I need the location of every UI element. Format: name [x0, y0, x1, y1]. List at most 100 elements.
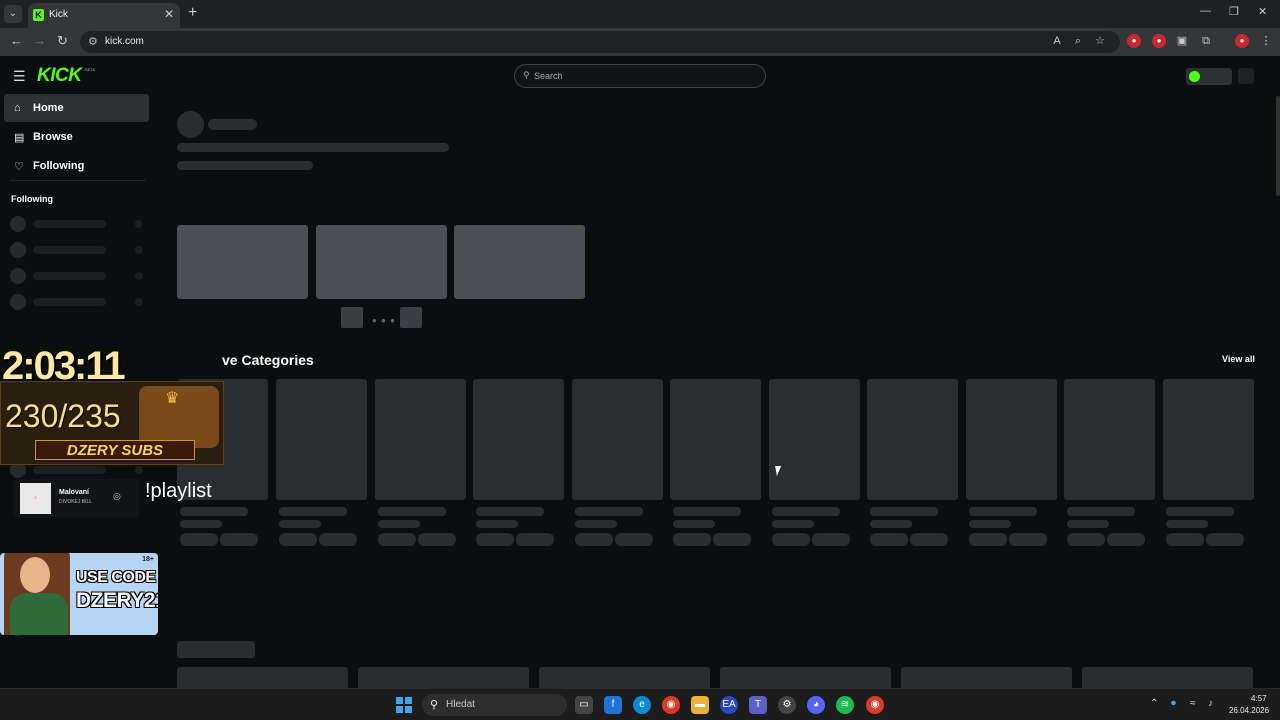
- extension-red-icon[interactable]: ●: [1127, 34, 1141, 48]
- browser-menu-icon[interactable]: ⋮: [1259, 34, 1273, 48]
- steam-icon[interactable]: ⚙: [778, 696, 796, 714]
- clock-date[interactable]: 26.04.2026: [1229, 706, 1269, 715]
- translate-icon[interactable]: A: [1050, 34, 1064, 48]
- zoom-icon[interactable]: ⌕: [1071, 34, 1085, 48]
- browser-tab-kick[interactable]: K Kick ✕: [28, 3, 180, 28]
- sub-goal-label: DZERY SUBS: [35, 440, 195, 460]
- category-tag-skeleton: [378, 533, 416, 546]
- site-info-icon[interactable]: ⚙: [88, 35, 98, 48]
- category-tag-skeleton: [418, 533, 456, 546]
- spotify-icon[interactable]: ≋: [836, 696, 854, 714]
- clock-time[interactable]: 4:57: [1251, 694, 1267, 703]
- category-viewers-skeleton: [180, 520, 222, 528]
- category-name-skeleton: [969, 507, 1037, 516]
- stream-card-skeleton[interactable]: [1082, 667, 1253, 688]
- tab-close-icon[interactable]: ✕: [164, 7, 174, 21]
- category-tag-skeleton: [1107, 533, 1145, 546]
- ea-app-icon[interactable]: EA: [720, 696, 738, 714]
- stream-card-skeleton[interactable]: [720, 667, 891, 688]
- category-card[interactable]: [769, 379, 860, 500]
- category-card[interactable]: [1064, 379, 1155, 500]
- profile-avatar-icon[interactable]: ●: [1235, 34, 1249, 48]
- carousel-prev-button[interactable]: [341, 307, 363, 328]
- address-bar[interactable]: ⚙ kick.com: [80, 31, 1120, 53]
- song-artist: DIVOKEJ BILL: [59, 499, 93, 505]
- toggle-knob: [1189, 71, 1200, 82]
- chrome-active-icon[interactable]: ◉: [866, 696, 884, 714]
- extension-badge-icon[interactable]: ●: [1152, 34, 1166, 48]
- category-card[interactable]: [473, 379, 564, 500]
- sidebar-item-label: Home: [33, 102, 64, 114]
- extensions-puzzle-icon[interactable]: ⧉: [1199, 34, 1213, 48]
- category-tag-skeleton: [1009, 533, 1047, 546]
- category-card[interactable]: [670, 379, 761, 500]
- category-card[interactable]: [572, 379, 663, 500]
- promo-code-banner: USE CODE DZERY21 18+: [0, 553, 158, 635]
- file-explorer-icon[interactable]: ▬: [691, 696, 709, 714]
- view-all-link[interactable]: View all: [1222, 354, 1255, 364]
- category-card[interactable]: [966, 379, 1057, 500]
- reload-icon[interactable]: ↻: [57, 33, 68, 49]
- category-viewers-skeleton: [279, 520, 321, 528]
- user-avatar[interactable]: [1238, 68, 1254, 84]
- category-card[interactable]: [375, 379, 466, 500]
- close-window-button[interactable]: ✕: [1258, 5, 1267, 18]
- sidebar-item-label: Browse: [33, 131, 73, 143]
- sidebar-item-browse[interactable]: ▤ Browse: [4, 123, 149, 151]
- restore-button[interactable]: ❐: [1229, 5, 1239, 18]
- category-name-skeleton: [1067, 507, 1135, 516]
- tab-search-menu-button[interactable]: ⌄: [4, 5, 22, 23]
- stream-card-skeleton[interactable]: [177, 667, 348, 688]
- minimize-button[interactable]: —: [1200, 5, 1211, 17]
- category-tag-skeleton: [910, 533, 948, 546]
- theme-toggle[interactable]: [1186, 68, 1232, 85]
- microphone-icon[interactable]: ⏺: [1171, 698, 1176, 709]
- carousel-card[interactable]: [316, 225, 447, 299]
- promo-line-1: USE CODE: [76, 569, 156, 586]
- volume-icon[interactable]: ♪: [1208, 698, 1213, 709]
- new-tab-button[interactable]: +: [188, 4, 197, 22]
- windows-start-icon[interactable]: [396, 697, 412, 713]
- back-icon[interactable]: ←: [10, 33, 23, 48]
- category-tag-skeleton: [969, 533, 1007, 546]
- carousel-card[interactable]: [177, 225, 308, 299]
- tray-overflow-icon[interactable]: ⌃: [1150, 698, 1158, 709]
- promo-line-2: DZERY21: [76, 589, 158, 612]
- extension-gray-icon[interactable]: ▣: [1175, 34, 1189, 48]
- stream-card-skeleton[interactable]: [901, 667, 1072, 688]
- category-card[interactable]: [276, 379, 367, 500]
- category-card[interactable]: [867, 379, 958, 500]
- stream-card-skeleton[interactable]: [358, 667, 529, 688]
- category-card[interactable]: [1163, 379, 1254, 500]
- category-name-skeleton: [1166, 507, 1234, 516]
- chrome-icon[interactable]: ◉: [662, 696, 680, 714]
- bookmark-star-icon[interactable]: ☆: [1093, 34, 1107, 48]
- file-app-icon[interactable]: f: [604, 696, 622, 714]
- carousel-next-button[interactable]: [400, 307, 422, 328]
- kick-logo[interactable]: KICK: [37, 65, 82, 87]
- task-view-icon[interactable]: ▭: [575, 696, 593, 714]
- sidebar-item-following[interactable]: ♡ Following: [4, 152, 149, 180]
- url-text: kick.com: [105, 36, 144, 47]
- category-tag-skeleton: [812, 533, 850, 546]
- search-input[interactable]: ⚲ Search: [514, 64, 766, 88]
- stream-card-skeleton[interactable]: [539, 667, 710, 688]
- wifi-icon[interactable]: ≈: [1190, 698, 1196, 709]
- browser-tab-strip: ⌄ K Kick ✕ + — ❐ ✕: [0, 0, 1280, 28]
- page-scrollbar[interactable]: [1276, 96, 1280, 196]
- category-tag-skeleton: [673, 533, 711, 546]
- category-name-skeleton: [476, 507, 544, 516]
- carousel-card[interactable]: [454, 225, 585, 299]
- edge-browser-icon[interactable]: e: [633, 696, 651, 714]
- section-title-categories: ve Categories: [222, 352, 314, 368]
- promo-character-face: [20, 557, 50, 593]
- kick-favicon-icon: K: [33, 9, 44, 21]
- crown-icon: ♛: [165, 390, 180, 407]
- menu-hamburger-icon[interactable]: ☰: [13, 68, 26, 85]
- discord-icon[interactable]: ◕: [807, 696, 825, 714]
- sidebar-item-home[interactable]: ⌂ Home: [4, 94, 149, 122]
- taskbar-search-input[interactable]: ⚲ Hledat: [422, 694, 567, 716]
- forward-icon[interactable]: →: [33, 33, 46, 48]
- teams-icon[interactable]: T: [749, 696, 767, 714]
- following-skeleton-row: [10, 242, 145, 258]
